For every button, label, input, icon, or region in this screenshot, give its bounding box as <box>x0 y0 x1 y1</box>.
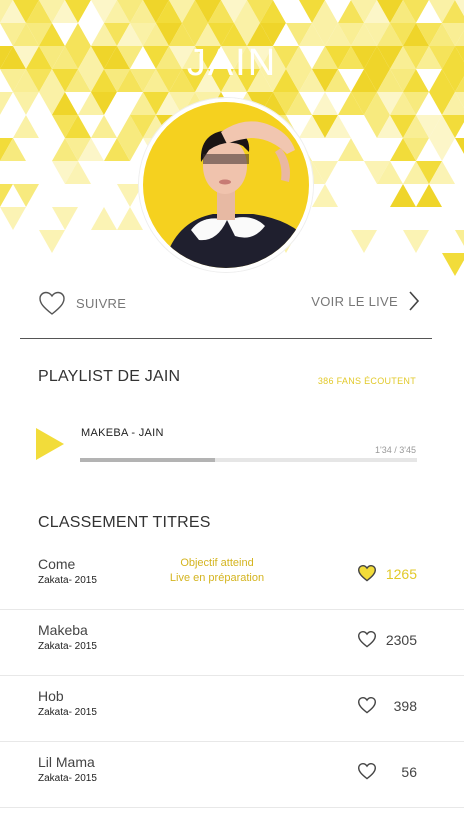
goal-status-line2: Live en préparation <box>169 572 265 584</box>
ranking-row[interactable]: Makeba Zakata- 2015 2305 <box>0 610 464 676</box>
heart-icon[interactable] <box>357 696 377 714</box>
watch-live-label: VOIR LE LIVE <box>311 293 398 309</box>
watch-live-button[interactable]: VOIR LE LIVE <box>311 290 420 312</box>
follow-button[interactable]: SUIVRE <box>38 290 126 316</box>
pattern-triangle <box>312 184 338 207</box>
pattern-triangle <box>13 184 39 207</box>
pattern-triangle <box>429 138 455 161</box>
pattern-triangle <box>442 253 464 276</box>
current-track-title: MAKEBA - JAIN <box>81 427 164 439</box>
like-count: 398 <box>393 698 417 714</box>
pattern-triangle <box>0 207 26 230</box>
ranking-title: CLASSEMENT TITRES <box>38 514 211 531</box>
pattern-triangle <box>312 92 338 115</box>
pattern-triangle <box>390 184 416 207</box>
song-album: Zakata- 2015 <box>38 773 97 784</box>
song-album: Zakata- 2015 <box>38 575 97 586</box>
heart-icon[interactable] <box>357 630 377 648</box>
song-album: Zakata- 2015 <box>38 707 97 718</box>
chevron-right-icon <box>409 291 420 311</box>
goal-status-note: Objectif atteind Live en préparation <box>150 556 284 586</box>
track-progress-bar[interactable] <box>80 458 417 462</box>
ranking-row[interactable]: Lil Mama Zakata- 2015 56 <box>0 742 464 808</box>
play-triangle-icon <box>36 428 64 460</box>
artist-name: JAIN <box>186 42 278 84</box>
track-progress-fill <box>80 458 215 462</box>
pattern-triangle <box>416 184 442 207</box>
pattern-triangle <box>351 230 377 253</box>
like-count: 56 <box>401 764 417 780</box>
follow-label: SUIVRE <box>76 295 127 311</box>
pattern-triangle <box>39 230 65 253</box>
play-button[interactable] <box>36 426 66 467</box>
ranking-row[interactable]: Come Zakata- 2015 Objectif atteind Live … <box>0 544 464 610</box>
fans-listening-count: 386 FANS ÉCOUTENT <box>317 376 416 386</box>
song-name: Makeba <box>38 622 88 638</box>
artist-header: JAIN <box>0 0 464 300</box>
pattern-triangle <box>455 138 464 154</box>
heart-outline-icon <box>39 291 65 315</box>
like-count: 1265 <box>385 566 417 582</box>
heart-icon[interactable] <box>357 564 377 582</box>
pattern-triangle <box>455 230 464 246</box>
header-divider <box>20 338 432 339</box>
pattern-triangle <box>91 207 117 230</box>
artist-avatar <box>139 98 313 272</box>
pattern-triangle <box>403 230 429 253</box>
playlist-title: PLAYLIST DE JAIN <box>38 368 181 385</box>
goal-status-line1: Objectif atteind <box>180 557 254 569</box>
song-name: Hob <box>38 688 64 704</box>
heart-icon[interactable] <box>357 762 377 780</box>
pattern-triangle <box>52 207 78 230</box>
ranking-row[interactable]: Hob Zakata- 2015 398 <box>0 676 464 742</box>
pattern-triangle <box>0 184 13 207</box>
pattern-triangle <box>117 207 143 230</box>
song-name: Come <box>38 556 76 572</box>
song-name: Lil Mama <box>38 754 95 770</box>
action-row: SUIVRE VOIR LE LIVE <box>20 288 432 324</box>
like-count: 2305 <box>385 632 417 648</box>
pattern-triangle <box>91 115 117 138</box>
song-album: Zakata- 2015 <box>38 641 97 652</box>
track-time: 1'34 / 3'45 <box>375 445 416 455</box>
